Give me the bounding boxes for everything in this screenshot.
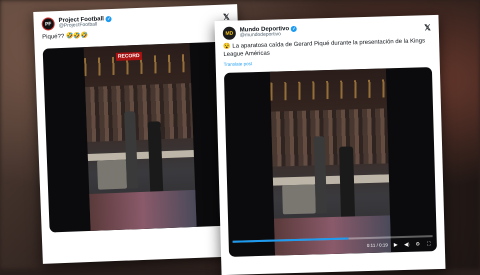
play-icon[interactable]: ▶ <box>393 242 399 248</box>
volume-icon[interactable]: ◀) <box>404 241 410 247</box>
handle[interactable]: @mundodeportivo <box>240 31 297 39</box>
sofa <box>96 159 128 190</box>
person <box>339 146 356 221</box>
stage-edge <box>88 149 194 161</box>
avatar[interactable]: MD <box>222 26 237 40</box>
tweet-card-mundo-deportivo[interactable]: MD Mundo Deportivo ✓ @mundodeportivo 𝕏 😵… <box>214 14 446 275</box>
video-frame: RECORD <box>83 42 197 231</box>
video-frame <box>269 67 392 256</box>
handle[interactable]: @ProjectFootball <box>59 22 113 29</box>
tweet-video[interactable]: 0:11 / 0:19 ▶ ◀) ⚙ ⛶ <box>223 66 437 257</box>
video-time: 0:11 / 0:19 <box>366 242 388 249</box>
record-sign: RECORD <box>115 52 142 62</box>
x-logo-icon[interactable]: 𝕏 <box>424 23 431 32</box>
crowd <box>85 83 193 143</box>
floor <box>89 189 197 231</box>
fullscreen-icon[interactable]: ⛶ <box>426 241 432 247</box>
stage-lights <box>269 79 387 101</box>
avatar[interactable]: PF <box>41 17 55 31</box>
stage-edge <box>272 174 390 186</box>
settings-icon[interactable]: ⚙ <box>415 241 421 247</box>
tweet-video[interactable]: RECORD <box>42 41 238 233</box>
crowd <box>270 108 389 167</box>
sofa <box>282 184 316 215</box>
